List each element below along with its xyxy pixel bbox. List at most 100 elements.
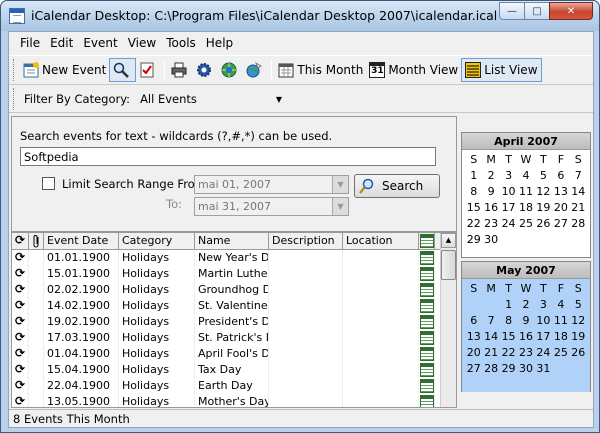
calendar-day[interactable]: 4	[517, 168, 534, 184]
calendar-day[interactable]: 9	[482, 184, 499, 200]
calendar-day[interactable]: 11	[517, 184, 534, 200]
find-button[interactable]	[109, 58, 137, 82]
this-month-button[interactable]: This Month	[275, 58, 366, 82]
calendar-day[interactable]: 23	[482, 216, 499, 232]
table-row[interactable]: ⟳ 14.02.1900 Holidays St. Valentine's	[12, 298, 442, 314]
header-event-date[interactable]: Event Date	[44, 233, 119, 250]
calendar-day[interactable]: 8	[465, 184, 482, 200]
calendar-day[interactable]: 10	[535, 313, 552, 329]
header-attachment-icon[interactable]	[29, 233, 44, 250]
calendar-day[interactable]: 27	[465, 361, 482, 377]
title-bar[interactable]: iCalendar Desktop: C:\Program Files\iCal…	[1, 1, 599, 31]
menu-edit[interactable]: Edit	[45, 36, 78, 50]
calendar-day[interactable]: 28	[482, 361, 499, 377]
vertical-scrollbar[interactable]: ▲	[440, 233, 456, 407]
calendar-day[interactable]: 19	[535, 200, 552, 216]
scroll-thumb[interactable]	[441, 250, 456, 280]
calendar-day[interactable]: 24	[500, 216, 517, 232]
calendar-day[interactable]: 11	[552, 313, 569, 329]
header-name[interactable]: Name	[195, 233, 269, 250]
calendar-day[interactable]: 23	[517, 345, 534, 361]
to-date-picker[interactable]: mai 31, 2007 ▼	[194, 197, 349, 216]
calendar-day[interactable]: 20	[552, 200, 569, 216]
menu-help[interactable]: Help	[201, 36, 238, 50]
from-date-picker[interactable]: mai 01, 2007 ▼	[194, 175, 349, 194]
calendar-day[interactable]: 2	[517, 297, 534, 313]
table-row[interactable]: ⟳ 17.03.1900HolidaysSt. Patrick's Day	[12, 330, 442, 346]
search-button[interactable]: Search	[354, 174, 440, 198]
calendar-day[interactable]: 17	[500, 200, 517, 216]
table-row[interactable]: ⟳ 13.05.1900 Holidays Mother's Day	[12, 394, 442, 407]
table-row[interactable]: ⟳ 01.01.1900HolidaysNew Year's Day	[12, 250, 442, 266]
calendar-day[interactable]: 21	[482, 345, 499, 361]
month-view-button[interactable]: 31 Month View	[366, 58, 461, 82]
calendar-day[interactable]: 31	[535, 361, 552, 377]
calendar-day[interactable]: 28	[570, 216, 587, 232]
calendar-day[interactable]: 22	[500, 345, 517, 361]
table-row[interactable]: ⟳ 15.04.1900 Holidays Tax Day	[12, 362, 442, 378]
header-calendar-icon[interactable]	[419, 233, 435, 250]
calendar-day[interactable]: 7	[570, 168, 587, 184]
calendar-title[interactable]: May 2007	[462, 262, 590, 279]
close-button[interactable]: ✕	[549, 2, 593, 20]
calendar-day[interactable]: 16	[517, 329, 534, 345]
calendar-day[interactable]: 25	[517, 216, 534, 232]
calendar-day[interactable]: 27	[552, 216, 569, 232]
calendar-day[interactable]: 9	[517, 313, 534, 329]
filter-grip[interactable]	[13, 88, 16, 110]
calendar-day[interactable]: 2	[482, 168, 499, 184]
new-event-button[interactable]: New Event	[20, 58, 109, 82]
calendar-day[interactable]: 29	[465, 232, 482, 248]
toolbar-grip[interactable]	[13, 59, 16, 81]
table-row[interactable]: ⟳ 15.01.1900HolidaysMartin Luther King	[12, 266, 442, 282]
chevron-down-icon[interactable]: ▼	[332, 176, 348, 193]
calendar-day[interactable]: 18	[517, 200, 534, 216]
list-view-button[interactable]: List View	[461, 58, 542, 82]
calendar-day[interactable]: 3	[500, 168, 517, 184]
calendar-day[interactable]: 1	[465, 168, 482, 184]
calendar-day[interactable]: 17	[535, 329, 552, 345]
calendar-day[interactable]: 12	[570, 313, 587, 329]
calendar-day[interactable]: 30	[482, 232, 499, 248]
calendar-day[interactable]: 13	[552, 184, 569, 200]
table-row[interactable]: ⟳ 22.04.1900 Holidays Earth Day	[12, 378, 442, 394]
calendar-day[interactable]: 13	[465, 329, 482, 345]
calendar-day[interactable]: 19	[570, 329, 587, 345]
publish-button[interactable]	[243, 58, 268, 82]
scroll-up-button[interactable]: ▲	[441, 233, 456, 248]
header-description[interactable]: Description	[269, 233, 343, 250]
calendar-day[interactable]: 1	[500, 297, 517, 313]
calendar-day[interactable]: 8	[500, 313, 517, 329]
calendar-day[interactable]: 16	[482, 200, 499, 216]
calendar-day[interactable]: 7	[482, 313, 499, 329]
calendar-day[interactable]: 6	[465, 313, 482, 329]
menu-file[interactable]: File	[15, 36, 45, 50]
calendar-day[interactable]: 20	[465, 345, 482, 361]
table-row[interactable]: ⟳ 19.02.1900HolidaysPresident's Day	[12, 314, 442, 330]
calendar-day[interactable]: 24	[535, 345, 552, 361]
calendar-day[interactable]: 26	[535, 216, 552, 232]
limit-range-checkbox[interactable]	[42, 177, 55, 190]
settings-button[interactable]	[193, 58, 218, 82]
header-recurring-icon[interactable]: ⟳	[12, 233, 29, 250]
table-row[interactable]: ⟳ 02.02.1900HolidaysGroundhog Day	[12, 282, 442, 298]
calendar-day[interactable]: 30	[517, 361, 534, 377]
menu-view[interactable]: View	[123, 36, 161, 50]
calendar-day[interactable]: 6	[552, 168, 569, 184]
chevron-down-icon[interactable]: ▼	[276, 95, 282, 104]
menu-event[interactable]: Event	[78, 36, 122, 50]
category-filter-select[interactable]: All Events ▼	[136, 89, 287, 109]
calendar-day[interactable]: 15	[500, 329, 517, 345]
calendar-day[interactable]: 21	[570, 200, 587, 216]
chevron-down-icon[interactable]: ▼	[332, 198, 348, 215]
calendar-day[interactable]: 29	[500, 361, 517, 377]
calendar-day[interactable]: 10	[500, 184, 517, 200]
calendar-day[interactable]: 22	[465, 216, 482, 232]
table-row[interactable]: ⟳ 01.04.1900HolidaysApril Fool's Day	[12, 346, 442, 362]
calendar-title[interactable]: April 2007	[462, 133, 590, 150]
calendar-day[interactable]: 4	[552, 297, 569, 313]
calendar-day[interactable]: 3	[535, 297, 552, 313]
header-location[interactable]: Location	[343, 233, 419, 250]
task-button[interactable]	[136, 58, 161, 82]
print-button[interactable]	[168, 58, 193, 82]
